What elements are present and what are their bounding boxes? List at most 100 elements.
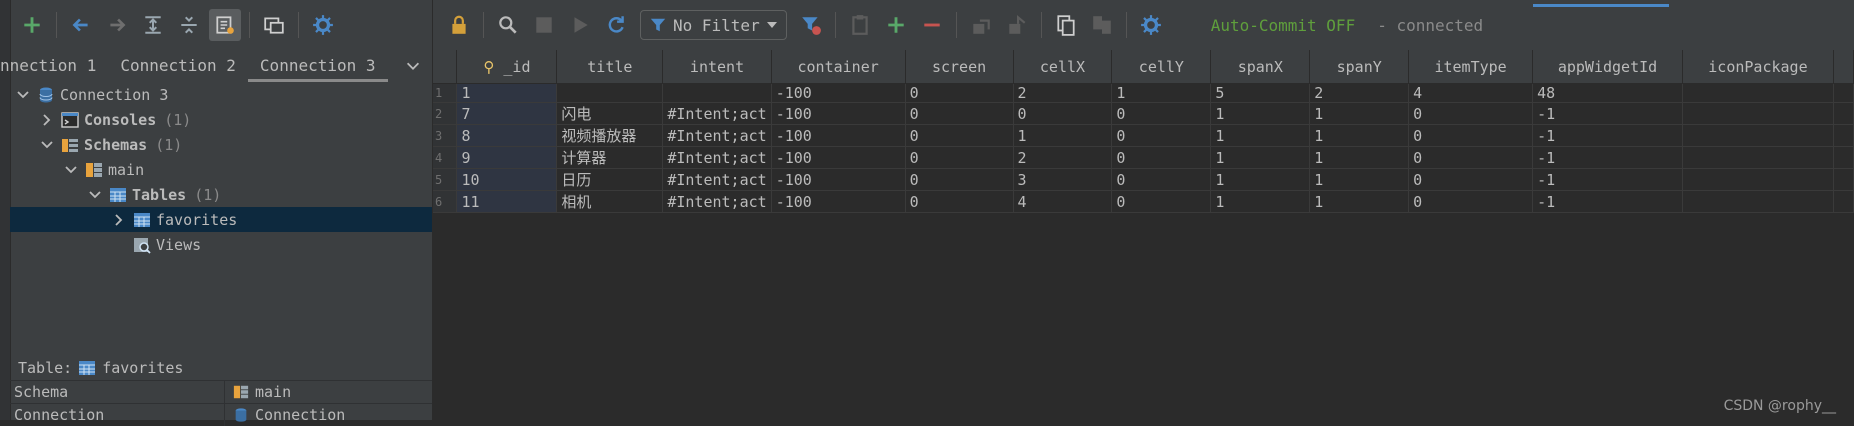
cell-screen[interactable]: 0 bbox=[905, 102, 1014, 125]
cell-appWidgetId[interactable]: -1 bbox=[1532, 102, 1683, 125]
cell-title[interactable]: 计算器 bbox=[556, 146, 664, 169]
add-row-button[interactable] bbox=[880, 9, 912, 41]
cell-spanY[interactable]: 1 bbox=[1309, 124, 1410, 147]
compare-button[interactable] bbox=[1086, 9, 1118, 41]
cell-appWidgetId[interactable]: 48 bbox=[1532, 83, 1683, 103]
column-header-spanY[interactable]: spanY bbox=[1309, 50, 1410, 84]
cell-screen[interactable]: 0 bbox=[905, 83, 1014, 103]
property-row-schema[interactable]: Schema main bbox=[10, 380, 432, 403]
cell-spanY[interactable]: 1 bbox=[1309, 102, 1410, 125]
table-row[interactable]: 1 1 -100 0 2 1 5 2 4 48 bbox=[433, 83, 1854, 103]
cell-spanY[interactable]: 1 bbox=[1309, 190, 1410, 213]
chevron-down-icon[interactable] bbox=[38, 136, 56, 154]
cell-appWidgetId[interactable]: -1 bbox=[1532, 146, 1683, 169]
cell-appWidgetId[interactable]: -1 bbox=[1532, 124, 1683, 147]
cell-container[interactable]: -100 bbox=[771, 146, 906, 169]
cell-title[interactable]: 闪电 bbox=[556, 102, 664, 125]
cell-cellX[interactable]: 3 bbox=[1013, 168, 1113, 191]
cell-_id[interactable]: 10 bbox=[456, 168, 558, 191]
column-header-cellX[interactable]: cellX bbox=[1013, 50, 1113, 84]
run-button[interactable] bbox=[564, 9, 596, 41]
tab-connection-1[interactable]: nnection 1 bbox=[0, 50, 108, 82]
cell-cellX[interactable]: 2 bbox=[1013, 146, 1113, 169]
cell-cellY[interactable]: 0 bbox=[1111, 102, 1212, 125]
view-settings-button[interactable] bbox=[1135, 9, 1167, 41]
copy-button[interactable] bbox=[1050, 9, 1082, 41]
column-header-itemType[interactable]: itemType bbox=[1408, 50, 1534, 84]
tree-item-views[interactable]: Views bbox=[10, 232, 432, 257]
cell-intent[interactable]: #Intent;act bbox=[662, 168, 772, 191]
cell-title[interactable] bbox=[556, 83, 664, 103]
cell-intent[interactable]: #Intent;act bbox=[662, 146, 772, 169]
column-header-spanX[interactable]: spanX bbox=[1210, 50, 1311, 84]
cell-cellY[interactable]: 0 bbox=[1111, 146, 1212, 169]
tree-item-connection[interactable]: Connection 3 bbox=[10, 82, 432, 107]
tree-item-schemas[interactable]: Schemas (1) bbox=[10, 132, 432, 157]
cell-spanX[interactable]: 5 bbox=[1210, 83, 1311, 103]
cell-container[interactable]: -100 bbox=[771, 102, 906, 125]
cell-title[interactable]: 相机 bbox=[556, 190, 664, 213]
column-header-_id[interactable]: ⚲ _id bbox=[456, 50, 558, 84]
lock-button[interactable] bbox=[443, 9, 475, 41]
column-header-title[interactable]: title bbox=[556, 50, 664, 84]
cell-container[interactable]: -100 bbox=[771, 168, 906, 191]
table-row[interactable]: 2 7 闪电 #Intent;act -100 0 0 0 1 1 0 -1 bbox=[433, 102, 1854, 125]
chevron-right-icon[interactable] bbox=[110, 211, 128, 229]
expand-all-button[interactable] bbox=[137, 9, 169, 41]
cell-intent[interactable]: #Intent;act bbox=[662, 190, 772, 213]
submit-button[interactable] bbox=[1001, 9, 1033, 41]
settings-button[interactable] bbox=[307, 9, 339, 41]
cell-itemType[interactable]: 0 bbox=[1408, 168, 1534, 191]
chevron-down-icon[interactable] bbox=[86, 186, 104, 204]
tree-item-favorites[interactable]: favorites bbox=[10, 207, 432, 232]
tab-connection-3[interactable]: Connection 3 bbox=[247, 50, 388, 82]
chevron-right-icon[interactable] bbox=[38, 111, 56, 129]
cell-iconPackage[interactable] bbox=[1682, 190, 1834, 213]
tree-item-tables[interactable]: Tables (1) bbox=[10, 182, 432, 207]
cell-iconPackage[interactable] bbox=[1682, 124, 1834, 147]
cell-iconPackage[interactable] bbox=[1682, 168, 1834, 191]
cell-itemType[interactable]: 0 bbox=[1408, 190, 1534, 213]
cell-itemType[interactable]: 0 bbox=[1408, 102, 1534, 125]
cell-screen[interactable]: 0 bbox=[905, 124, 1014, 147]
cell-_id[interactable]: 11 bbox=[456, 190, 558, 213]
cell-spanX[interactable]: 1 bbox=[1210, 102, 1311, 125]
cell-cellY[interactable]: 1 bbox=[1111, 83, 1212, 103]
chevron-down-icon[interactable] bbox=[62, 161, 80, 179]
cell-screen[interactable]: 0 bbox=[905, 190, 1014, 213]
table-row[interactable]: 3 8 视频播放器 #Intent;act -100 0 1 0 1 1 0 -… bbox=[433, 124, 1854, 147]
cell-title[interactable]: 视频播放器 bbox=[556, 124, 664, 147]
refresh-button[interactable] bbox=[600, 9, 632, 41]
table-row[interactable]: 4 9 计算器 #Intent;act -100 0 2 0 1 1 0 -1 bbox=[433, 146, 1854, 169]
cell-cellY[interactable]: 0 bbox=[1111, 190, 1212, 213]
cell-spanX[interactable]: 1 bbox=[1210, 168, 1311, 191]
revert-button[interactable] bbox=[965, 9, 997, 41]
cell-_id[interactable]: 8 bbox=[456, 124, 558, 147]
add-button[interactable] bbox=[16, 9, 48, 41]
column-header-screen[interactable]: screen bbox=[905, 50, 1014, 84]
datasource-properties-button[interactable] bbox=[209, 9, 241, 41]
cell-cellX[interactable]: 2 bbox=[1013, 83, 1113, 103]
tree-item-consoles[interactable]: Consoles (1) bbox=[10, 107, 432, 132]
cell-screen[interactable]: 0 bbox=[905, 168, 1014, 191]
cell-spanX[interactable]: 1 bbox=[1210, 190, 1311, 213]
column-header-iconPackage[interactable]: iconPackage bbox=[1682, 50, 1834, 84]
cell-spanX[interactable]: 1 bbox=[1210, 124, 1311, 147]
cell-_id[interactable]: 9 bbox=[456, 146, 558, 169]
cell-cellX[interactable]: 0 bbox=[1013, 102, 1113, 125]
cell-title[interactable]: 日历 bbox=[556, 168, 664, 191]
forward-button[interactable] bbox=[101, 9, 133, 41]
open-console-button[interactable] bbox=[258, 9, 290, 41]
cell-iconPackage[interactable] bbox=[1682, 146, 1834, 169]
cell-spanY[interactable]: 1 bbox=[1309, 168, 1410, 191]
cell-iconPackage[interactable] bbox=[1682, 83, 1834, 103]
column-header-container[interactable]: container bbox=[771, 50, 906, 84]
cell-cellY[interactable]: 0 bbox=[1111, 168, 1212, 191]
cell-spanY[interactable]: 1 bbox=[1309, 146, 1410, 169]
collapse-all-button[interactable] bbox=[173, 9, 205, 41]
cell-iconPackage[interactable] bbox=[1682, 102, 1834, 125]
stop-button[interactable] bbox=[528, 9, 560, 41]
column-header-cellY[interactable]: cellY bbox=[1111, 50, 1212, 84]
auto-commit-toggle[interactable]: Auto-Commit OFF bbox=[1211, 16, 1356, 35]
cell-spanY[interactable]: 2 bbox=[1309, 83, 1410, 103]
